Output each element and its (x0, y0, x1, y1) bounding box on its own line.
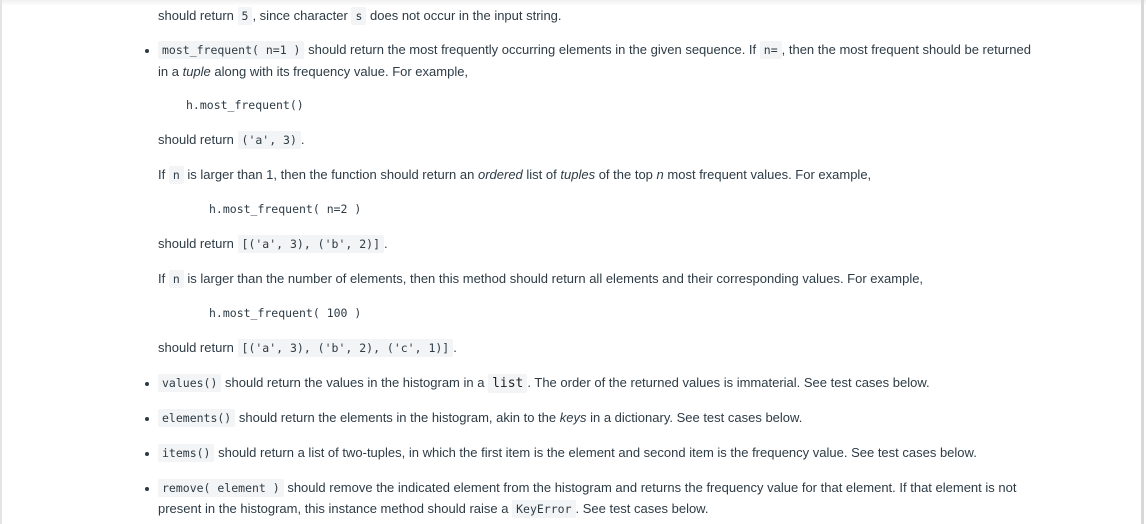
text: . (384, 236, 388, 251)
bullet-icon (145, 417, 149, 421)
bullet-icon (145, 382, 149, 386)
emphasis: ordered (477, 167, 523, 182)
bullet-icon (145, 49, 149, 53)
text: is larger than 1, then the function shou… (187, 167, 475, 182)
text: along with its frequency value. For exam… (214, 64, 469, 79)
text: should return (158, 132, 234, 147)
inline-code: n (168, 270, 184, 288)
inline-code: [('a', 3), ('b', 2)] (237, 235, 384, 253)
left-border (0, 0, 2, 524)
text: most frequent values. For example, (667, 167, 872, 182)
remove-description: remove( element ) should remove the indi… (158, 478, 1016, 498)
inline-code: KeyError (512, 500, 576, 518)
text: of the top (598, 167, 653, 182)
code-example-1: h.most_frequent() (186, 98, 304, 112)
method-signature: items() (158, 444, 215, 462)
text: should return (158, 236, 234, 251)
example-3-result: should return [('a', 3), ('b', 2), ('c',… (158, 338, 457, 358)
emphasis: n (656, 167, 664, 182)
most-frequent-description-line2: in a tuple along with its frequency valu… (158, 62, 468, 82)
text: is larger than the number of elements, t… (187, 271, 924, 286)
text: present in the histogram, this instance … (158, 501, 509, 516)
scrollbar-track[interactable] (1141, 0, 1144, 524)
text: If (158, 271, 166, 286)
example-2-result: should return [('a', 3), ('b', 2)]. (158, 234, 388, 254)
text: in a (158, 64, 179, 79)
inline-code: ('a', 3) (237, 131, 301, 149)
text: should return a list of two-tuples, in w… (218, 445, 977, 460)
emphasis: keys (559, 410, 587, 425)
inline-code: n= (759, 41, 782, 59)
method-signature: elements() (158, 409, 236, 427)
n-larger-than-count-paragraph: If n is larger than the number of elemen… (158, 269, 923, 289)
bullet-icon (145, 487, 149, 491)
emphasis: tuple (182, 64, 211, 79)
text: should return (158, 340, 234, 355)
inline-code: s (351, 7, 367, 25)
example-1-result: should return ('a', 3). (158, 130, 305, 150)
inline-code: [('a', 3), ('b', 2), ('c', 1)] (237, 339, 454, 357)
emphasis: tuples (560, 167, 596, 182)
text: list of (526, 167, 557, 182)
intro-paragraph: should return 5, since character s does … (158, 6, 562, 26)
text: . (453, 340, 457, 355)
elements-description: elements() should return the elements in… (158, 408, 802, 428)
code-example-2: h.most_frequent( n=2 ) (209, 202, 362, 216)
code-example-3: h.most_frequent( 100 ) (209, 306, 362, 320)
text: should return the most frequently occurr… (308, 42, 757, 57)
values-description: values() should return the values in the… (158, 373, 930, 394)
bullet-icon (145, 452, 149, 456)
text: should return (158, 8, 234, 23)
n-larger-than-1-paragraph: If n is larger than 1, then the function… (158, 165, 871, 185)
text: If (158, 167, 166, 182)
text: , then the most frequent should be retur… (781, 42, 1031, 57)
text: . The order of the returned values is im… (527, 375, 930, 390)
most-frequent-description: most_frequent( n=1 ) should return the m… (158, 40, 1031, 60)
text: does not occur in the input string. (370, 8, 562, 23)
remove-description-line2: present in the histogram, this instance … (158, 499, 708, 519)
method-signature: remove( element ) (158, 479, 284, 497)
text: in a dictionary. See test cases below. (590, 410, 803, 425)
inline-code: 5 (237, 7, 253, 25)
text: , since character (252, 8, 348, 23)
text: should remove the indicated element from… (287, 480, 1017, 495)
method-signature: values() (158, 374, 222, 392)
method-signature: most_frequent( n=1 ) (158, 41, 305, 59)
items-description: items() should return a list of two-tupl… (158, 443, 977, 463)
inline-code: list (488, 374, 528, 393)
inline-code: n (168, 166, 184, 184)
text: should return the elements in the histog… (238, 410, 557, 425)
text: . See test cases below. (575, 501, 709, 516)
text: . (300, 132, 305, 147)
text: should return the values in the histogra… (225, 375, 485, 390)
